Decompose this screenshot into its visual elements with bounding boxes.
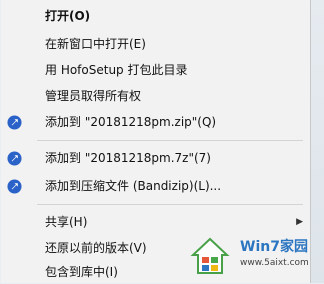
bandizip-icon <box>7 115 22 130</box>
menu-item-open[interactable]: 打开(O) <box>1 4 311 28</box>
menu-item-take-ownership[interactable]: 管理员取得所有权 <box>1 84 311 108</box>
bandizip-icon <box>7 151 22 166</box>
menu-item-hofosetup-pack[interactable]: 用 HofoSetup 打包此目录 <box>1 58 311 82</box>
watermark-title: Win7家园 <box>240 239 308 255</box>
menu-item-label: 管理员取得所有权 <box>45 89 142 103</box>
house-logo-icon <box>190 237 230 274</box>
watermark: Win7家园 www.5aixt.com <box>180 228 324 283</box>
menu-item-label: 添加到 "20181218pm.zip"(Q) <box>45 115 217 129</box>
watermark-url: www.5aixt.com <box>240 258 309 268</box>
menu-item-add-to-archive[interactable]: 添加到压缩文件 (Bandizip)(L)... <box>1 174 311 198</box>
bandizip-icon <box>7 179 22 194</box>
menu-item-label: 还原以前的版本(V) <box>45 241 147 255</box>
menu-item-add-to-zip[interactable]: 添加到 "20181218pm.zip"(Q) <box>1 110 311 134</box>
menu-item-label: 用 HofoSetup 打包此目录 <box>45 63 188 77</box>
menu-item-label: 添加到 "20181218pm.7z"(7) <box>45 151 211 165</box>
menu-separator <box>37 140 303 141</box>
menu-item-add-to-7z[interactable]: 添加到 "20181218pm.7z"(7) <box>1 146 311 170</box>
menu-item-label: 在新窗口中打开(E) <box>45 37 146 51</box>
menu-item-label: 添加到压缩文件 (Bandizip)(L)... <box>45 179 222 193</box>
menu-item-open-new-window[interactable]: 在新窗口中打开(E) <box>1 32 311 56</box>
menu-item-label: 共享(H) <box>45 215 88 229</box>
menu-item-label: 打开(O) <box>45 9 91 23</box>
menu-separator <box>37 204 303 205</box>
menu-item-label: 包含到库中(I) <box>45 265 118 279</box>
